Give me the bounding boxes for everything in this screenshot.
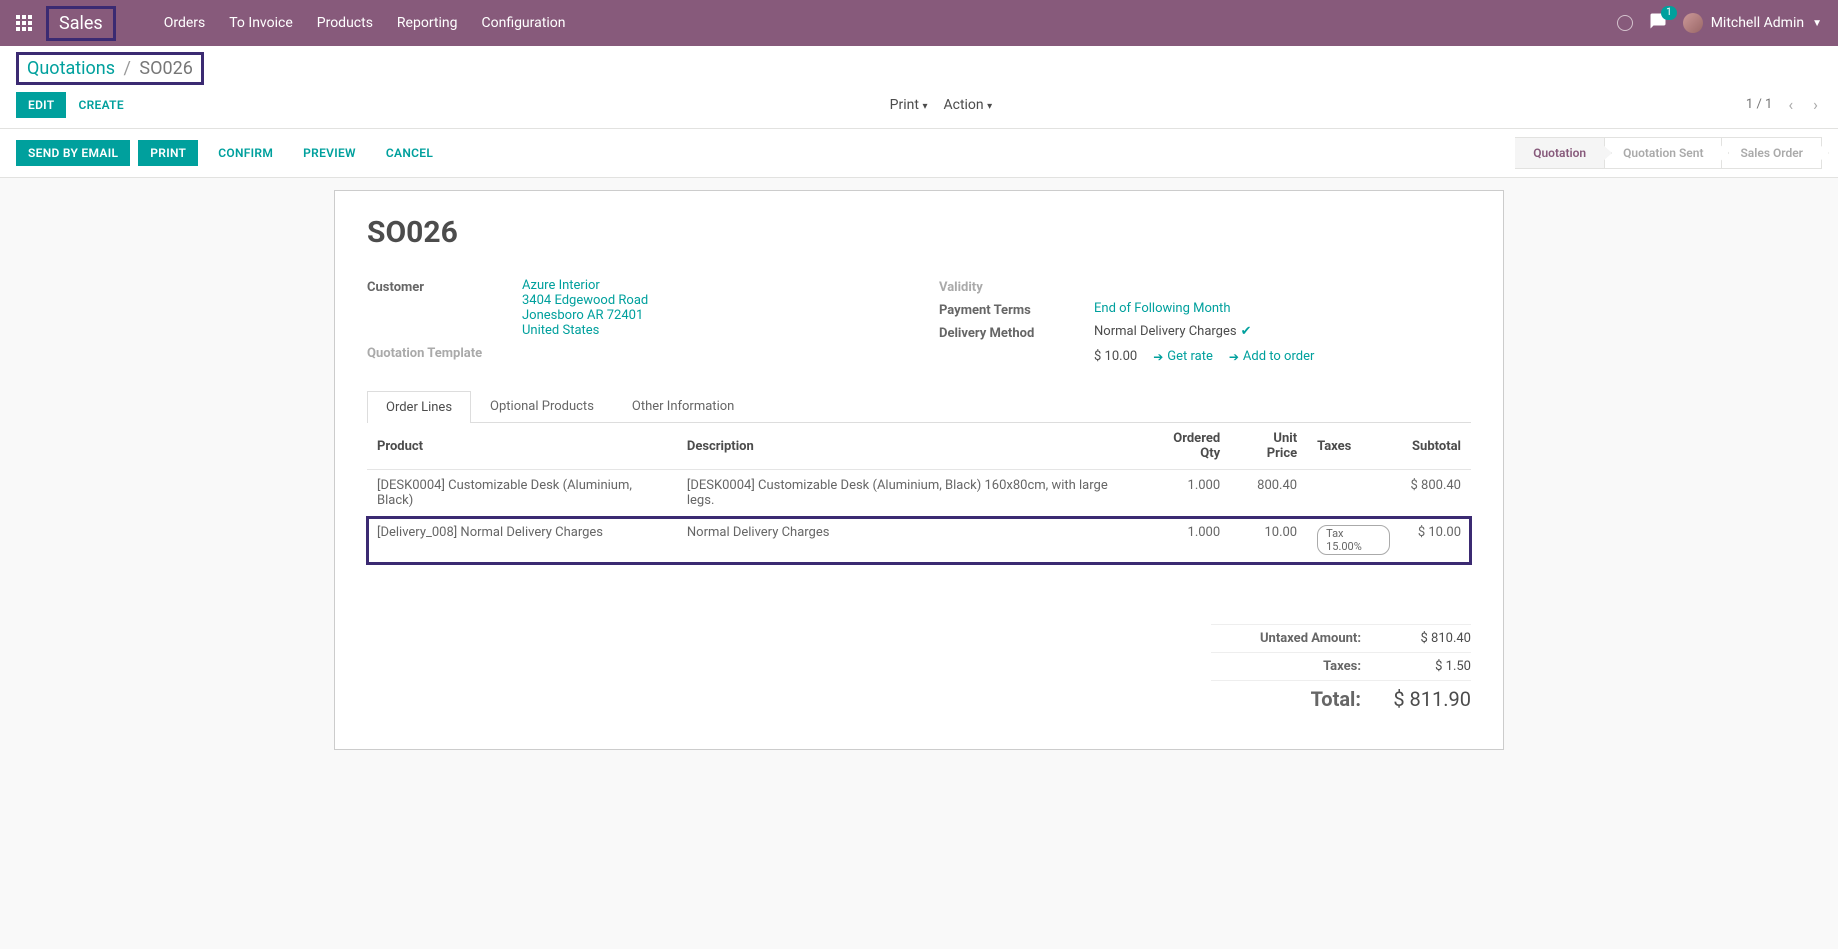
stage-sales-order[interactable]: Sales Order xyxy=(1722,137,1822,169)
payment-terms-value[interactable]: End of Following Month xyxy=(1094,301,1230,316)
total-label: Total: xyxy=(1211,687,1361,711)
clock-icon[interactable] xyxy=(1617,15,1633,31)
col-taxes: Taxes xyxy=(1307,423,1400,470)
confirm-button[interactable]: Confirm xyxy=(206,140,285,166)
stage-quotation-sent[interactable]: Quotation Sent xyxy=(1605,137,1722,169)
label-validity: Validity xyxy=(939,278,1094,295)
label-delivery-method: Delivery Method xyxy=(939,324,1094,341)
apps-icon[interactable] xyxy=(16,15,32,31)
user-name: Mitchell Admin xyxy=(1711,15,1804,31)
caret-down-icon: ▼ xyxy=(1812,18,1822,29)
check-icon: ✔ xyxy=(1241,324,1252,339)
cell-qty: 1.000 xyxy=(1141,470,1231,517)
chat-badge: 1 xyxy=(1661,6,1677,20)
create-button[interactable]: Create xyxy=(66,92,135,118)
order-lines-table: Product Description Ordered Qty Unit Pri… xyxy=(367,423,1471,564)
col-description: Description xyxy=(677,423,1141,470)
col-unit-price: Unit Price xyxy=(1230,423,1307,470)
get-rate-link[interactable]: ➔Get rate xyxy=(1153,349,1213,364)
status-stages: Quotation Quotation Sent Sales Order xyxy=(1515,137,1822,169)
chat-icon[interactable]: 1 xyxy=(1649,12,1667,34)
customer-street: 3404 Edgewood Road xyxy=(522,293,899,308)
cell-subtotal: $ 10.00 xyxy=(1400,517,1471,564)
taxes-value: $ 1.50 xyxy=(1381,659,1471,674)
nav-products[interactable]: Products xyxy=(317,15,373,31)
totals: Untaxed Amount: $ 810.40 Taxes: $ 1.50 T… xyxy=(1211,624,1471,717)
customer-city: Jonesboro AR 72401 xyxy=(522,308,899,323)
customer-country: United States xyxy=(522,323,899,338)
top-navbar: Sales Orders To Invoice Products Reporti… xyxy=(0,0,1838,46)
action-dropdown[interactable]: Action ▾ xyxy=(943,97,992,113)
nav-to-invoice[interactable]: To Invoice xyxy=(229,15,293,31)
col-product: Product xyxy=(367,423,677,470)
pager-prev[interactable]: ‹ xyxy=(1784,91,1797,118)
delivery-method-value: Normal Delivery Charges xyxy=(1094,324,1237,339)
preview-button[interactable]: Preview xyxy=(291,140,368,166)
cell-product: [Delivery_008] Normal Delivery Charges xyxy=(367,517,677,564)
edit-button[interactable]: Edit xyxy=(16,92,66,118)
stage-quotation[interactable]: Quotation xyxy=(1515,137,1605,169)
cell-description: Normal Delivery Charges xyxy=(677,517,1141,564)
pager-next[interactable]: › xyxy=(1809,91,1822,118)
print-button[interactable]: Print xyxy=(138,140,198,166)
print-dropdown[interactable]: Print ▾ xyxy=(890,97,928,113)
breadcrumb-current: SO026 xyxy=(139,58,192,79)
cell-subtotal: $ 800.40 xyxy=(1400,470,1471,517)
tab-optional-products[interactable]: Optional Products xyxy=(471,390,613,422)
tab-other-information[interactable]: Other Information xyxy=(613,390,753,422)
breadcrumb-parent[interactable]: Quotations xyxy=(27,58,115,79)
tabs: Order Lines Optional Products Other Info… xyxy=(367,390,1471,423)
customer-value: Azure Interior 3404 Edgewood Road Jonesb… xyxy=(522,278,899,338)
cell-description: [DESK0004] Customizable Desk (Aluminium,… xyxy=(677,470,1141,517)
add-to-order-link[interactable]: ➔Add to order xyxy=(1229,349,1315,364)
form-sheet: SO026 Customer Azure Interior 3404 Edgew… xyxy=(334,190,1504,750)
pager-text: 1 / 1 xyxy=(1746,97,1772,112)
tab-order-lines[interactable]: Order Lines xyxy=(367,391,471,423)
cancel-button[interactable]: Cancel xyxy=(374,140,445,166)
user-menu[interactable]: Mitchell Admin ▼ xyxy=(1683,13,1822,33)
label-customer: Customer xyxy=(367,278,522,295)
app-name: Sales xyxy=(46,6,116,41)
send-by-email-button[interactable]: Send by Email xyxy=(16,140,130,166)
arrow-right-icon: ➔ xyxy=(1153,350,1163,364)
nav-configuration[interactable]: Configuration xyxy=(481,15,565,31)
breadcrumb-separator: / xyxy=(123,58,130,79)
avatar xyxy=(1683,13,1703,33)
cell-taxes: Tax 15.00% xyxy=(1307,517,1400,564)
breadcrumb: Quotations / SO026 xyxy=(16,52,204,85)
untaxed-value: $ 810.40 xyxy=(1381,631,1471,646)
record-title: SO026 xyxy=(367,215,1471,250)
col-subtotal: Subtotal xyxy=(1400,423,1471,470)
cell-taxes xyxy=(1307,470,1400,517)
cell-product: [DESK0004] Customizable Desk (Aluminium,… xyxy=(367,470,677,517)
table-row[interactable]: [DESK0004] Customizable Desk (Aluminium,… xyxy=(367,470,1471,517)
nav-menu: Orders To Invoice Products Reporting Con… xyxy=(164,15,566,31)
cell-qty: 1.000 xyxy=(1141,517,1231,564)
customer-name[interactable]: Azure Interior xyxy=(522,278,899,293)
delivery-price: $ 10.00 xyxy=(1094,349,1137,364)
cell-unit-price: 10.00 xyxy=(1230,517,1307,564)
tax-pill: Tax 15.00% xyxy=(1317,525,1390,555)
total-value: $ 811.90 xyxy=(1381,687,1471,711)
untaxed-label: Untaxed Amount: xyxy=(1211,631,1361,646)
arrow-right-icon: ➔ xyxy=(1229,350,1239,364)
taxes-label: Taxes: xyxy=(1211,659,1361,674)
label-payment-terms: Payment Terms xyxy=(939,301,1094,318)
nav-reporting[interactable]: Reporting xyxy=(397,15,458,31)
cell-unit-price: 800.40 xyxy=(1230,470,1307,517)
table-row[interactable]: [Delivery_008] Normal Delivery ChargesNo… xyxy=(367,517,1471,564)
label-quotation-template: Quotation Template xyxy=(367,344,522,361)
col-ordered-qty: Ordered Qty xyxy=(1141,423,1231,470)
nav-orders[interactable]: Orders xyxy=(164,15,206,31)
